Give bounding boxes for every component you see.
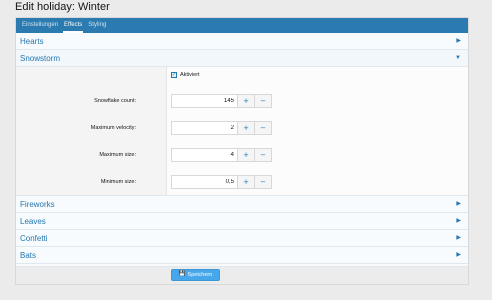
aktiviert-checkbox[interactable]: ✓ xyxy=(171,72,177,78)
section-header-confetti[interactable]: Confetti ▶ xyxy=(16,230,468,247)
maximum-size-stepper: + − xyxy=(171,148,272,162)
snowstorm-settings: ✓ Aktiviert Snowflake count: + − Maximum… xyxy=(16,67,468,196)
section-header-hearts[interactable]: Hearts ▶ xyxy=(16,33,468,50)
section-title-leaves: Leaves xyxy=(20,216,46,226)
tab-bar: Einstellungen Effects Styling xyxy=(16,18,468,33)
section-title-fireworks: Fireworks xyxy=(20,199,55,209)
snowflake-count-label: Snowflake count: xyxy=(94,98,136,104)
aktiviert-option: ✓ Aktiviert xyxy=(171,72,200,78)
minimum-size-input[interactable] xyxy=(172,176,237,188)
save-button[interactable]: 💾 Speichern xyxy=(171,269,220,281)
form-footer: 💾 Speichern xyxy=(16,266,468,284)
tab-einstellungen[interactable]: Einstellungen xyxy=(19,18,61,33)
chevron-down-icon: ▼ xyxy=(455,55,461,61)
edit-holiday-form: Einstellungen Effects Styling Hearts ▶ S… xyxy=(15,17,469,285)
page-title: Edit holiday: Winter xyxy=(15,1,110,13)
save-button-label: Speichern xyxy=(187,272,213,278)
minimum-size-increment-button[interactable]: + xyxy=(237,176,254,188)
tab-styling[interactable]: Styling xyxy=(85,18,109,33)
checkmark-icon: ✓ xyxy=(171,71,177,78)
maximum-velocity-stepper: + − xyxy=(171,121,272,135)
snowflake-count-stepper: + − xyxy=(171,94,272,108)
maximum-size-decrement-button[interactable]: − xyxy=(254,149,271,161)
tab-effects[interactable]: Effects xyxy=(61,18,85,33)
minimum-size-label: Minimum size: xyxy=(100,179,136,185)
section-header-snowstorm[interactable]: Snowstorm ▼ xyxy=(16,50,468,67)
maximum-velocity-increment-button[interactable]: + xyxy=(237,122,254,134)
chevron-right-icon: ▶ xyxy=(456,201,461,207)
section-title-bats: Bats xyxy=(20,250,37,260)
maximum-velocity-input[interactable] xyxy=(172,122,237,134)
minimum-size-decrement-button[interactable]: − xyxy=(254,176,271,188)
snowflake-count-decrement-button[interactable]: − xyxy=(254,95,271,107)
snowflake-count-increment-button[interactable]: + xyxy=(237,95,254,107)
chevron-right-icon: ▶ xyxy=(456,235,461,241)
section-title-hearts: Hearts xyxy=(20,36,44,46)
section-header-leaves[interactable]: Leaves ▶ xyxy=(16,213,468,230)
section-title-snowstorm: Snowstorm xyxy=(20,53,61,63)
section-title-confetti: Confetti xyxy=(20,233,48,243)
chevron-right-icon: ▶ xyxy=(456,252,461,258)
section-header-bats[interactable]: Bats ▶ xyxy=(16,247,468,264)
maximum-size-label: Maximum size: xyxy=(99,152,136,158)
maximum-size-input[interactable] xyxy=(172,149,237,161)
maximum-size-increment-button[interactable]: + xyxy=(237,149,254,161)
section-header-fireworks[interactable]: Fireworks ▶ xyxy=(16,196,468,213)
minimum-size-stepper: + − xyxy=(171,175,272,189)
label-column xyxy=(16,67,167,195)
snowflake-count-input[interactable] xyxy=(172,95,237,107)
chevron-right-icon: ▶ xyxy=(456,38,461,44)
maximum-velocity-decrement-button[interactable]: − xyxy=(254,122,271,134)
maximum-velocity-label: Maximum velocity: xyxy=(90,125,136,131)
aktiviert-label: Aktiviert xyxy=(180,72,200,78)
save-icon: 💾 xyxy=(178,271,186,278)
chevron-right-icon: ▶ xyxy=(456,218,461,224)
